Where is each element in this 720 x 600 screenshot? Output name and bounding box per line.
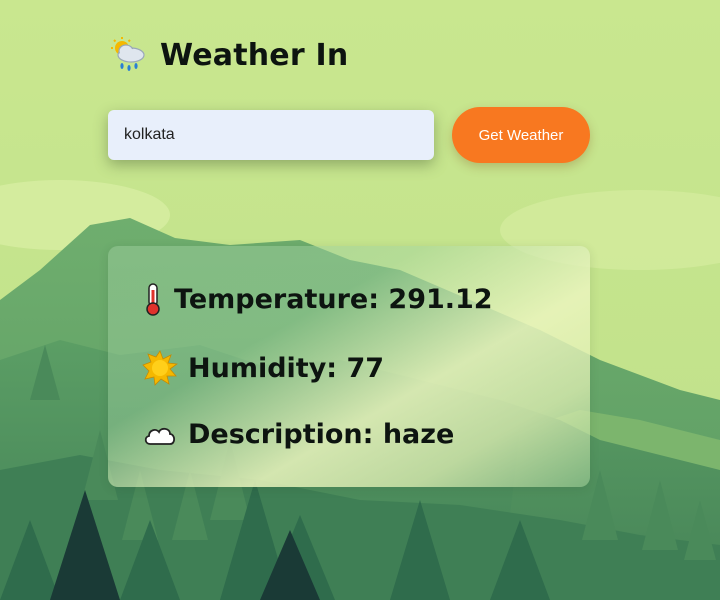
thermometer-icon — [142, 282, 164, 316]
humidity-text: Humidity: 77 — [188, 352, 385, 384]
cloud-rain-sun-icon — [110, 36, 148, 74]
cloud-icon — [142, 423, 178, 447]
page-title: Weather In — [160, 37, 349, 73]
temperature-text: Temperature: 291.12 — [174, 283, 493, 315]
header: Weather In — [110, 36, 348, 74]
weather-result-card: Temperature: 291.12 Humidity: 77 Descrip… — [108, 246, 590, 487]
description-text: Description: haze — [188, 419, 455, 450]
sun-icon — [142, 350, 178, 386]
get-weather-button[interactable]: Get Weather — [452, 107, 590, 163]
description-row: Description: haze — [142, 419, 454, 450]
humidity-row: Humidity: 77 — [142, 350, 384, 386]
temperature-row: Temperature: 291.12 — [142, 282, 493, 316]
city-search-input[interactable] — [108, 110, 434, 160]
